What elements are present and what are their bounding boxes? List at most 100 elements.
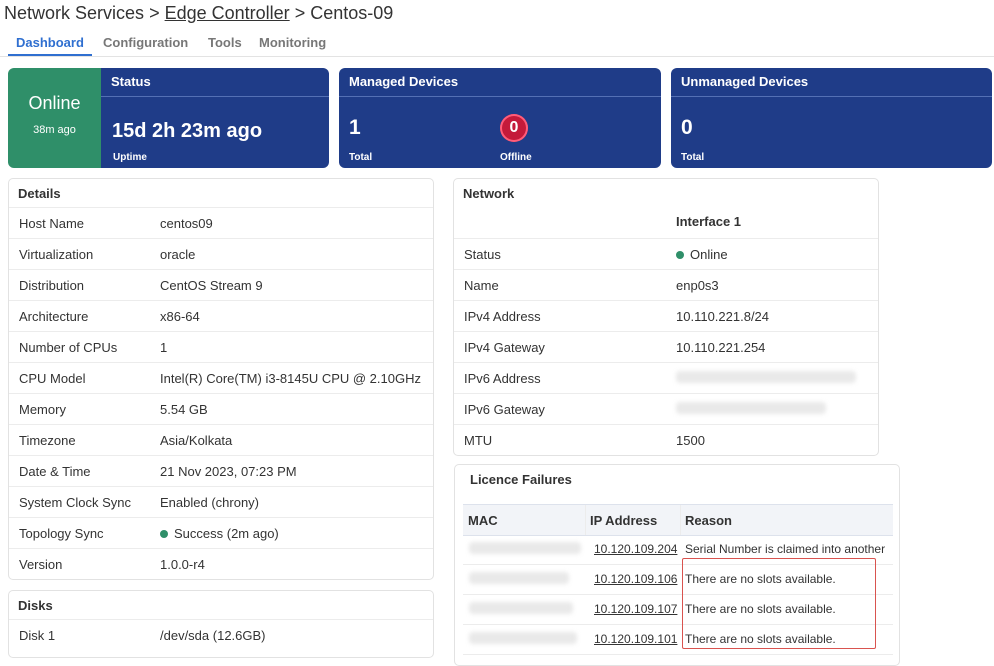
disk-row: Disk 1/dev/sda (12.6GB)	[9, 619, 433, 651]
network-status-value: Online	[676, 247, 728, 262]
network-key: IPv4 Gateway	[464, 340, 545, 355]
network-panel: Network Interface 1 Status Online Name enp…	[453, 178, 879, 456]
unmanaged-total-label: Total	[681, 152, 705, 163]
details-row: Distribution CentOS Stream 9	[9, 269, 433, 301]
licence-table-header: MAC IP Address Reason	[463, 504, 893, 536]
managed-devices-title: Managed Devices	[349, 74, 459, 89]
breadcrumb: Network Services > Edge Controller > Cen…	[4, 3, 393, 24]
divider	[671, 96, 992, 97]
detail-value: oracle	[160, 247, 196, 262]
detail-value: centos09	[160, 216, 213, 231]
network-value: 10.110.221.254	[676, 340, 766, 355]
ip-address-link[interactable]: 10.120.109.107	[594, 602, 677, 616]
network-value: Online	[690, 247, 728, 262]
details-row: Host Name centos09	[9, 207, 433, 239]
column-header-reason[interactable]: Reason	[685, 513, 732, 528]
redacted-mac	[469, 572, 569, 587]
ip-address-link[interactable]: 10.120.109.204	[594, 542, 677, 556]
network-value: 1500	[676, 433, 705, 448]
network-value: 10.110.221.8/24	[676, 309, 770, 324]
network-key: MTU	[464, 433, 493, 448]
network-value: enp0s3	[676, 278, 719, 293]
redacted-value	[676, 371, 856, 386]
disk-value: /dev/sda (12.6GB)	[160, 628, 266, 643]
tab-configuration[interactable]: Configuration	[103, 35, 188, 50]
details-row: Memory 5.54 GB	[9, 393, 433, 425]
detail-key: CPU Model	[19, 371, 86, 386]
detail-value: Asia/Kolkata	[160, 433, 233, 448]
detail-key: Host Name	[19, 216, 85, 231]
breadcrumb-current: Centos-09	[310, 3, 394, 23]
details-row: Architecture x86-64	[9, 300, 433, 332]
network-key: IPv6 Address	[464, 371, 541, 386]
status-card: Status 15d 2h 23m ago Uptime	[101, 68, 329, 168]
detail-value: 5.54 GB	[160, 402, 208, 417]
online-status-card: Online 38m ago	[8, 68, 101, 168]
details-row: Version 1.0.0-r4	[9, 548, 433, 580]
breadcrumb-root[interactable]: Network Services	[4, 3, 144, 23]
details-row: Date & Time 21 Nov 2023, 07:23 PM	[9, 455, 433, 487]
network-row: IPv4 Address 10.110.221.8/24	[454, 300, 878, 332]
ip-address-link[interactable]: 10.120.109.106	[594, 572, 677, 586]
detail-key: Memory	[19, 402, 66, 417]
column-header-ip-address[interactable]: IP Address	[590, 513, 657, 528]
detail-value: Intel(R) Core(TM) i3-8145U CPU @ 2.10GHz	[160, 371, 421, 386]
disk-key: Disk 1	[19, 628, 56, 643]
network-title: Network	[463, 186, 515, 201]
offline-count-badge[interactable]: 0	[500, 114, 528, 142]
detail-key: Timezone	[19, 433, 76, 448]
unmanaged-devices-card[interactable]: Unmanaged Devices 0 Total	[671, 68, 992, 168]
network-row: IPv4 Gateway 10.110.221.254	[454, 331, 878, 363]
breadcrumb-edge-controller-link[interactable]: Edge Controller	[165, 3, 290, 23]
divider	[339, 96, 661, 97]
detail-value: x86-64	[160, 309, 200, 324]
detail-key: Distribution	[19, 278, 85, 293]
online-state: Online	[28, 93, 81, 113]
details-row: CPU Model Intel(R) Core(TM) i3-8145U CPU …	[9, 362, 433, 394]
network-key: Status	[464, 247, 501, 262]
detail-value: 21 Nov 2023, 07:23 PM	[160, 464, 297, 479]
details-row: System Clock Sync Enabled (chrony)	[9, 486, 433, 518]
network-key: Name	[464, 278, 499, 293]
redacted-mac	[469, 602, 573, 617]
uptime-label: Uptime	[113, 152, 147, 163]
network-key: IPv4 Address	[464, 309, 541, 324]
managed-devices-card[interactable]: Managed Devices 1 Total 0 Offline	[339, 68, 661, 168]
unmanaged-total-value: 0	[681, 116, 693, 139]
managed-total-value: 1	[349, 116, 361, 139]
breadcrumb-separator: >	[149, 3, 160, 23]
network-row: Status Online	[454, 238, 878, 270]
tab-monitoring[interactable]: Monitoring	[259, 35, 326, 50]
tab-tools[interactable]: Tools	[208, 35, 242, 50]
detail-value: CentOS Stream 9	[160, 278, 263, 293]
redacted-mac	[469, 632, 577, 647]
redacted-ipv6-gateway	[676, 402, 826, 414]
licence-failures-title: Licence Failures	[470, 472, 572, 487]
success-status-dot-icon	[160, 530, 168, 538]
detail-key: System Clock Sync	[19, 495, 131, 510]
ip-address-link[interactable]: 10.120.109.101	[594, 632, 677, 646]
network-row: Name enp0s3	[454, 269, 878, 301]
online-status-dot-icon	[676, 251, 684, 259]
details-row: Number of CPUs 1	[9, 331, 433, 363]
details-row: Topology Sync Success (2m ago)	[9, 517, 433, 549]
online-ago: 38m ago	[33, 124, 76, 136]
tab-bar: Dashboard Configuration Tools Monitoring	[0, 30, 994, 57]
status-card-title: Status	[111, 74, 151, 89]
detail-key: Version	[19, 557, 63, 572]
column-header-mac[interactable]: MAC	[468, 513, 498, 528]
uptime-value: 15d 2h 23m ago	[112, 120, 263, 142]
redacted-mac	[469, 542, 581, 557]
unmanaged-devices-title: Unmanaged Devices	[681, 74, 809, 89]
tab-dashboard[interactable]: Dashboard	[16, 35, 84, 50]
redacted-mac-address	[469, 602, 573, 614]
interface-column-header: Interface 1	[676, 214, 742, 229]
detail-key: Virtualization	[19, 247, 94, 262]
details-title: Details	[18, 186, 61, 201]
redacted-value	[676, 402, 826, 417]
divider	[101, 96, 329, 97]
detail-key: Date & Time	[19, 464, 91, 479]
detail-value: 1	[160, 340, 168, 355]
details-row: Timezone Asia/Kolkata	[9, 424, 433, 456]
offline-label: Offline	[500, 152, 532, 163]
